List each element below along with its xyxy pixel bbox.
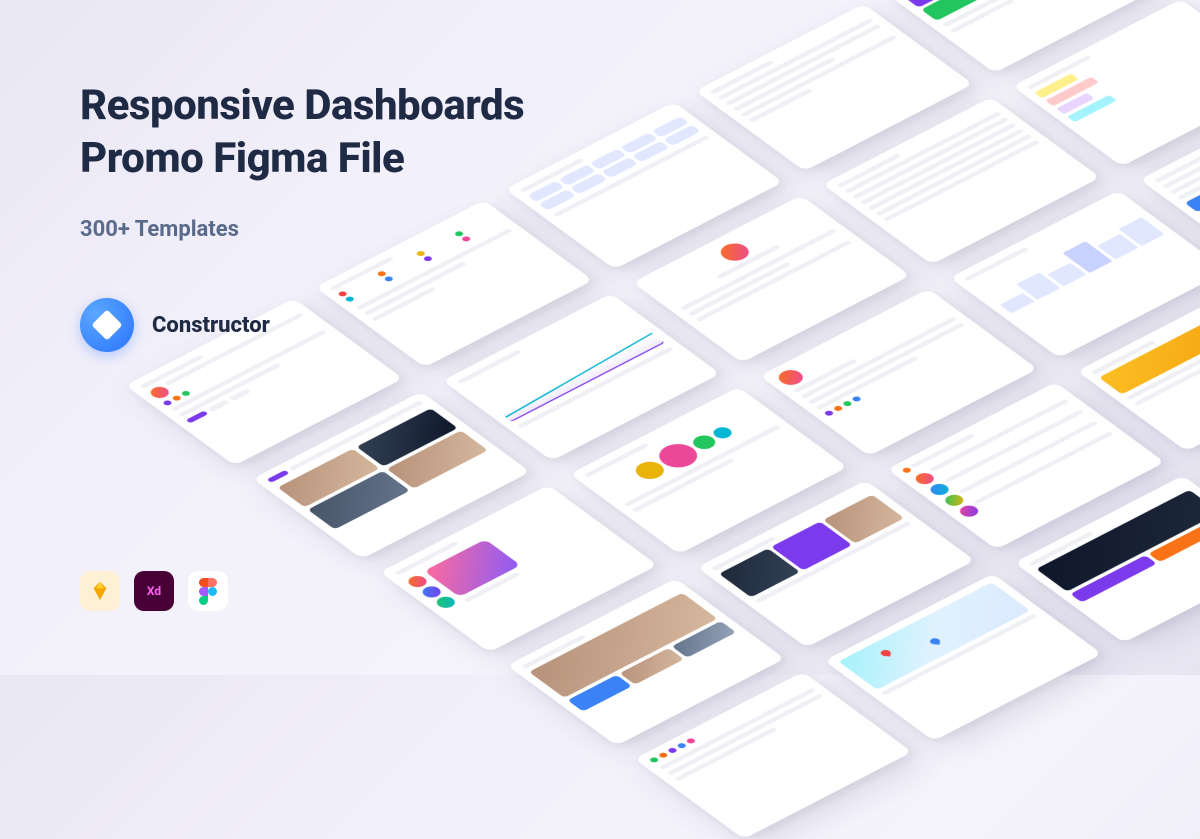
- promo-headline: Responsive Dashboards Promo Figma File: [80, 80, 524, 185]
- brand-name: Constructor: [152, 313, 270, 338]
- mockup-card: [824, 574, 1102, 741]
- headline-line-2: Promo Figma File: [80, 134, 404, 183]
- brand-logo-icon: [80, 298, 134, 352]
- template-count: 300+ Templates: [80, 217, 524, 242]
- mockup-card: [505, 102, 783, 269]
- brand-row: Constructor: [80, 298, 524, 352]
- mockup-card: [822, 97, 1100, 264]
- mockup-card: [1077, 284, 1200, 451]
- diamond-icon: [91, 309, 122, 340]
- xd-icon: Xd: [134, 571, 174, 611]
- headline-line-1: Responsive Dashboards: [80, 81, 524, 130]
- sketch-icon: [80, 571, 120, 611]
- figma-icon: [188, 571, 228, 611]
- mockup-card: [887, 382, 1165, 549]
- tool-icons-row: Xd: [80, 571, 228, 611]
- xd-label: Xd: [147, 584, 161, 598]
